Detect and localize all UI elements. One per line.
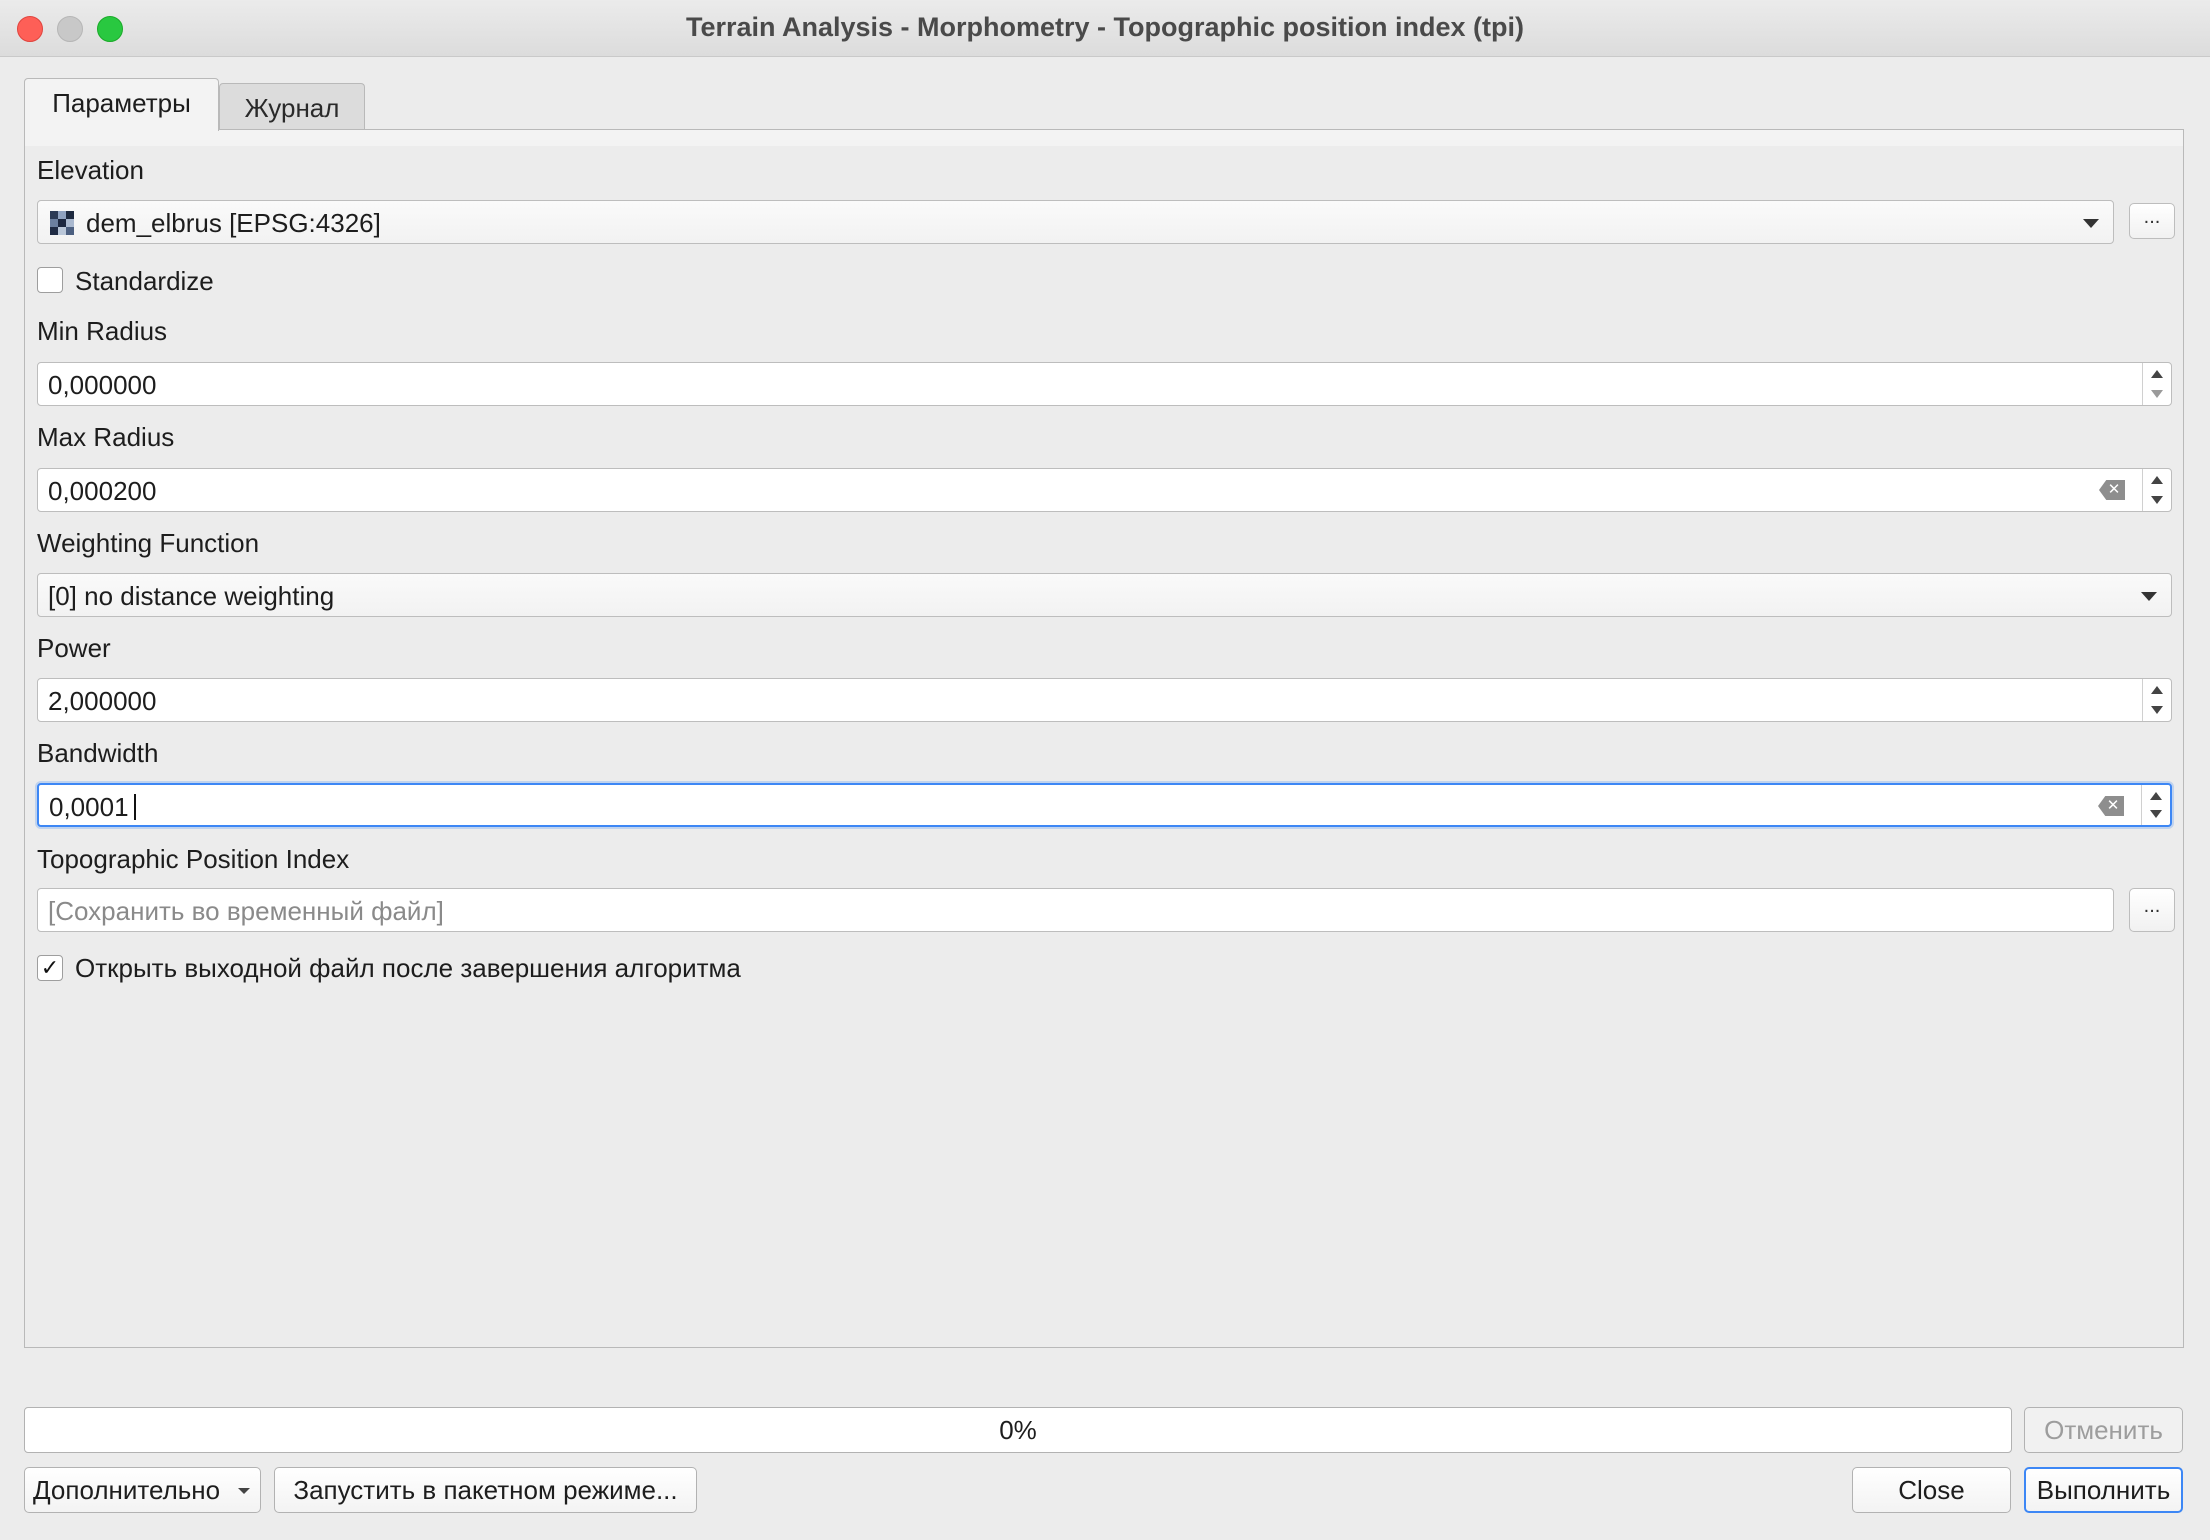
bandwidth-spinbox[interactable]: 0,0001 ✕ [37,783,2172,827]
close-button[interactable]: Close [1852,1467,2011,1513]
min-radius-stepper[interactable] [2142,363,2171,405]
weighting-function-select[interactable]: [0] no distance weighting [37,573,2172,617]
window-title: Terrain Analysis - Morphometry - Topogra… [685,12,1525,42]
power-label: Power [37,633,111,663]
power-spinbox[interactable]: 2,000000 [37,678,2172,722]
elevation-label: Elevation [37,155,144,185]
weighting-function-label: Weighting Function [37,528,260,558]
power-value: 2,000000 [48,686,157,716]
max-radius-spinbox[interactable]: 0,000200 ✕ [37,468,2172,512]
arrow-up-icon[interactable] [2151,686,2163,694]
tpi-output-placeholder: [Сохранить во временный файл] [48,896,444,926]
arrow-down-icon[interactable] [2151,390,2163,398]
tab-log[interactable]: Журнал [219,83,365,131]
min-radius-value: 0,000000 [48,370,157,400]
min-radius-spinbox[interactable]: 0,000000 [37,362,2172,406]
text-cursor [134,794,136,820]
open-output-label: Открыть выходной файл после завершения а… [75,953,741,983]
panel-header-strip [25,130,2183,146]
arrow-down-icon[interactable] [2151,496,2163,504]
open-output-checkbox[interactable]: ✓ [37,955,63,981]
power-stepper[interactable] [2142,679,2171,721]
elevation-layer-combo[interactable]: dem_elbrus [EPSG:4326] [37,200,2114,244]
standardize-checkbox[interactable] [37,267,63,293]
weighting-function-value: [0] no distance weighting [48,581,335,611]
clear-input-icon[interactable]: ✕ [2098,796,2124,816]
standardize-label: Standardize [75,266,214,296]
parameters-panel: Elevation dem_elbrus [EPSG:4326] ... Sta… [24,129,2184,1348]
arrow-down-icon[interactable] [2150,810,2162,818]
tpi-output-browse-button[interactable]: ... [2129,888,2175,932]
tab-parameters[interactable]: Параметры [24,78,219,131]
max-radius-value: 0,000200 [48,476,157,506]
arrow-up-icon[interactable] [2151,370,2163,378]
elevation-browse-button[interactable]: ... [2129,203,2175,239]
bandwidth-stepper[interactable] [2141,785,2170,825]
arrow-up-icon[interactable] [2151,476,2163,484]
max-radius-label: Max Radius [37,422,175,452]
chevron-down-icon [2083,219,2099,228]
advanced-dropdown-button[interactable]: Дополнительно [24,1467,261,1513]
chevron-down-icon [2141,592,2157,601]
tpi-output-label: Topographic Position Index [37,844,350,874]
raster-layer-icon [50,211,74,235]
arrow-up-icon[interactable] [2150,792,2162,800]
bandwidth-label: Bandwidth [37,738,159,768]
run-button[interactable]: Выполнить [2024,1467,2183,1513]
clear-input-icon[interactable]: ✕ [2099,480,2125,500]
max-radius-stepper[interactable] [2142,469,2171,511]
cancel-button[interactable]: Отменить [2024,1407,2183,1453]
min-radius-label: Min Radius [37,316,168,346]
progress-bar: 0% [24,1407,2012,1453]
title-bar: Terrain Analysis - Morphometry - Topogra… [0,0,2210,57]
bandwidth-value: 0,0001 [49,792,129,822]
tpi-output-field[interactable]: [Сохранить во временный файл] [37,888,2114,932]
arrow-down-icon[interactable] [2151,706,2163,714]
batch-mode-button[interactable]: Запустить в пакетном режиме... [274,1467,697,1513]
advanced-label: Дополнительно [33,1475,221,1505]
chevron-down-icon [238,1488,250,1494]
elevation-value: dem_elbrus [EPSG:4326] [86,208,381,238]
